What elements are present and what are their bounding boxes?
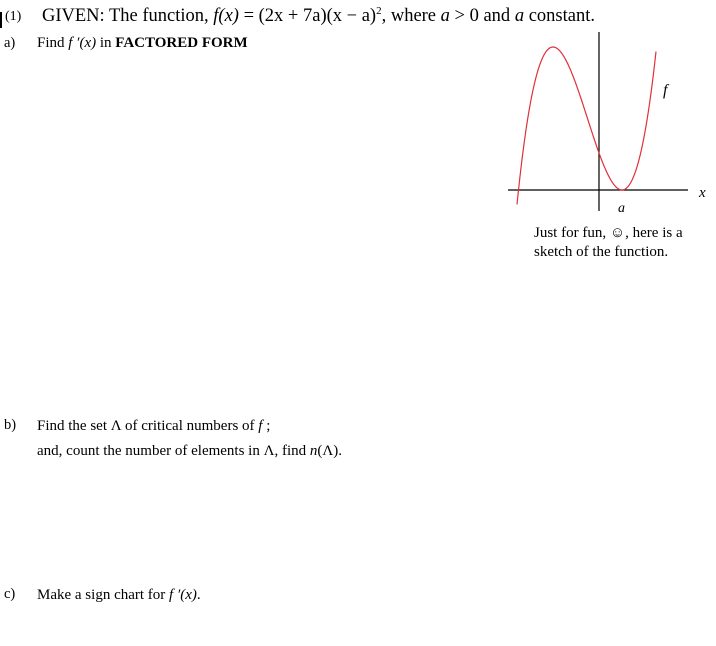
part-b-question-line2: and, count the number of elements in Λ, …: [37, 443, 342, 460]
derivative-notation: f ′(x): [169, 587, 197, 603]
question-text: (Λ).: [317, 443, 343, 459]
question-text: ;: [262, 418, 271, 434]
part-c-question: Make a sign chart for f ′(x).: [37, 587, 201, 604]
part-c-label: c): [4, 586, 16, 602]
part-b-question-line1: Find the set Λ of critical numbers of f …: [37, 418, 270, 435]
x-axis-label: x: [698, 185, 706, 201]
question-text: Make a sign chart for: [37, 587, 170, 603]
curve-label: f: [663, 82, 670, 99]
question-text: .: [196, 587, 201, 603]
sketch-caption-line2: sketch of the function.: [534, 244, 669, 260]
sketch-caption-line1: Just for fun, ☺, here is a: [534, 225, 683, 241]
part-b-label: b): [4, 417, 17, 433]
root-label: a: [618, 201, 625, 216]
question-text: Find the set Λ of critical numbers of: [37, 418, 259, 434]
question-text: and, count the number of elements in Λ, …: [37, 443, 310, 459]
function-sketch: f x a: [508, 32, 706, 216]
function-curve: [516, 46, 657, 205]
